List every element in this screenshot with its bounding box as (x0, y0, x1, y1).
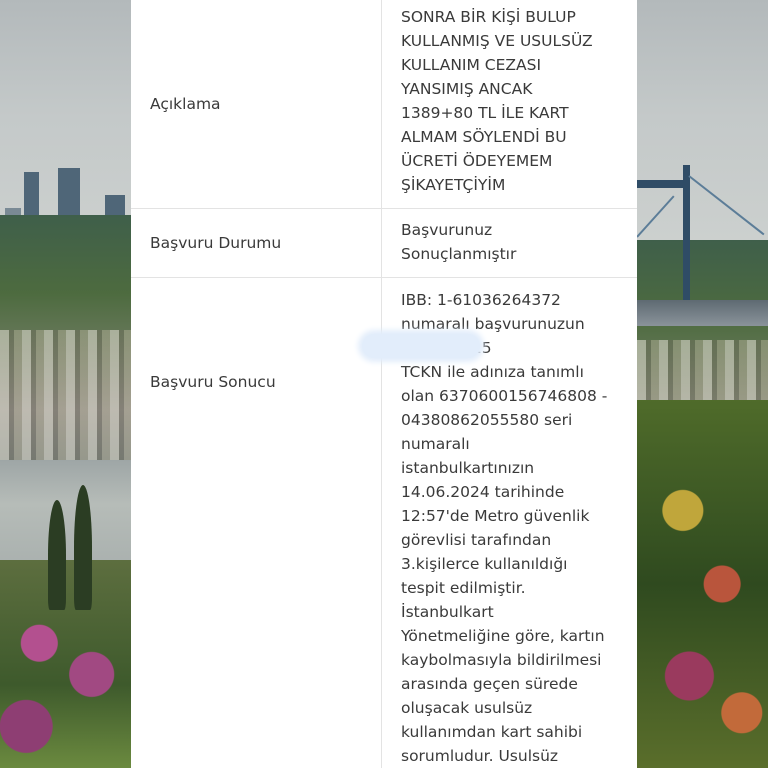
row-label-basvuru-sonucu: Başvuru Sonucu (131, 278, 382, 768)
application-details-table: Açıklama SONRA BİR KİŞİ BULUP KULLANMIŞ … (131, 0, 637, 768)
background-photo-right (637, 0, 768, 768)
row-value-basvuru-durumu: Başvurunuz Sonuçlanmıştır (401, 221, 517, 263)
table-row-basvuru-durumu: Başvuru Durumu Başvurunuz Sonuçlanmıştır (131, 209, 637, 278)
row-label-aciklama: Açıklama (131, 0, 382, 208)
table-row-aciklama: Açıklama SONRA BİR KİŞİ BULUP KULLANMIŞ … (131, 0, 637, 209)
row-value-aciklama: SONRA BİR KİŞİ BULUP KULLANMIŞ VE USULSÜ… (401, 8, 593, 194)
background-photo-left (0, 0, 131, 768)
row-label-basvuru-durumu: Başvuru Durumu (131, 209, 382, 277)
redaction-mark (362, 334, 480, 358)
